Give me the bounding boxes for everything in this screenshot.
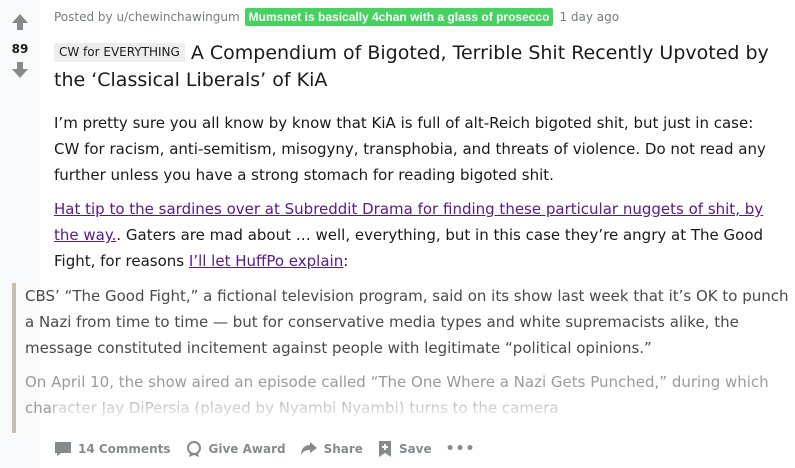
post-title-block: CW for EVERYTHING A Compendium of Bigoted… bbox=[54, 40, 777, 94]
post-action-bar: 14 Comments Give Award Share Save ••• bbox=[54, 440, 490, 458]
share-label: Share bbox=[323, 442, 363, 456]
save-bookmark-icon bbox=[378, 441, 391, 457]
vote-count: 89 bbox=[11, 42, 29, 56]
save-button[interactable]: Save bbox=[377, 440, 432, 458]
share-icon bbox=[300, 442, 317, 455]
more-options-button[interactable]: ••• bbox=[446, 441, 476, 457]
post-meta: Posted by u/chewinchawingum Mumsnet is b… bbox=[54, 8, 619, 26]
give-award-button[interactable]: Give Award bbox=[185, 440, 286, 458]
share-button[interactable]: Share bbox=[300, 441, 363, 457]
post-age[interactable]: 1 day ago bbox=[559, 10, 619, 24]
user-flair: Mumsnet is basically 4chan with a glass … bbox=[244, 8, 554, 26]
para2-middle-text: . Gaters are mad about … well, everythin… bbox=[54, 226, 764, 270]
comments-button[interactable]: 14 Comments bbox=[54, 441, 171, 457]
body-paragraph-2: Hat tip to the sardines over at Subreddi… bbox=[54, 196, 777, 274]
posted-by-user[interactable]: Posted by u/chewinchawingum bbox=[54, 10, 240, 24]
content-fade-overlay bbox=[54, 392, 795, 440]
downvote-arrow-icon[interactable] bbox=[10, 60, 30, 84]
para2-end-text: : bbox=[343, 252, 349, 270]
huffpo-link[interactable]: I’ll let HuffPo explain bbox=[189, 252, 343, 270]
body-paragraph-1: I’m pretty sure you all know by know tha… bbox=[54, 114, 766, 184]
comments-label: 14 Comments bbox=[78, 442, 171, 456]
award-label: Give Award bbox=[208, 442, 286, 456]
save-label: Save bbox=[398, 442, 432, 456]
quote-paragraph-1: CBS’ “The Good Fight,” a fictional telev… bbox=[25, 287, 789, 357]
post-body: I’m pretty sure you all know by know tha… bbox=[54, 110, 777, 282]
award-icon bbox=[186, 441, 201, 457]
comment-icon bbox=[55, 442, 71, 456]
upvote-arrow-icon[interactable] bbox=[10, 12, 30, 36]
post-title[interactable]: CW for EVERYTHING A Compendium of Bigoted… bbox=[54, 40, 777, 94]
title-flair: CW for EVERYTHING bbox=[54, 43, 185, 62]
